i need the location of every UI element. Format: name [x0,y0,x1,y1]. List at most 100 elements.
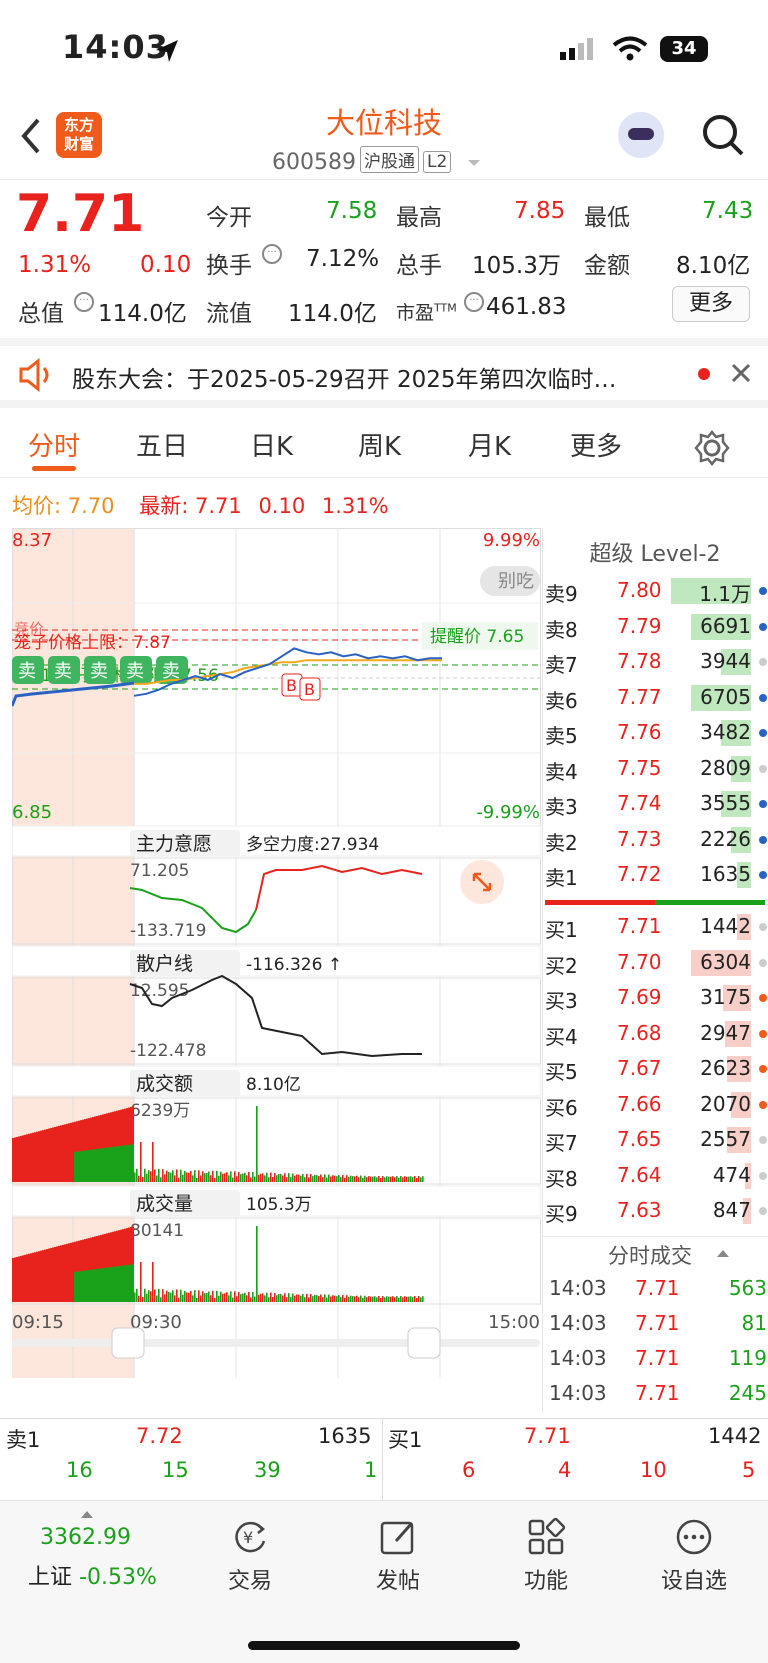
bar [386,1176,388,1182]
order-volume: 3944 [700,649,751,673]
bar [394,1177,396,1182]
tab-daily-k[interactable]: 日K [250,426,293,463]
order-level-label: 买3 [545,989,578,1013]
bar [354,1296,356,1302]
bar [42,1130,44,1182]
bar [364,1295,366,1302]
order-volume: 2623 [700,1056,751,1080]
bar [314,1294,316,1302]
bar [100,1268,102,1302]
order-dot [759,958,767,967]
intraday-chart[interactable]: 8.37 6.85 9.99% -9.99% 笼子价格上限：7.87 竞价 7.… [12,528,542,1408]
bar [50,1248,52,1302]
order-volume: 2809 [700,755,751,780]
bar [298,1294,300,1302]
bar [376,1177,378,1182]
bar [156,1295,158,1302]
more-button[interactable]: 更多 [672,286,750,322]
bar [308,1297,310,1302]
bar [102,1268,104,1302]
bar [330,1176,332,1182]
bar [284,1293,286,1302]
bar [336,1296,338,1302]
pe-value: 461.83 [486,294,567,320]
bar [168,1171,170,1182]
bar [104,1267,106,1302]
bar [176,1289,178,1302]
level2-title[interactable]: 超级 Level-2 [542,536,768,568]
bar [26,1134,28,1182]
bar [200,1175,202,1182]
bar [344,1177,346,1182]
status-bar: 14:03 34 [0,0,768,100]
order-level-label: 卖9 [545,582,578,606]
home-indicator [248,1641,520,1650]
order-dot [759,693,767,702]
bar [48,1128,50,1182]
gear-icon[interactable] [694,430,730,466]
bar [416,1177,418,1182]
bottom-buy-price: 7.71 [524,1424,571,1448]
bar [128,1264,130,1302]
tab-intraday[interactable]: 分时 [28,426,80,463]
info-icon[interactable]: ··· [262,244,282,264]
ticks-title[interactable]: 分时成交 [608,1240,692,1270]
order-level-label: 卖3 [545,795,578,819]
bar [312,1176,314,1182]
info-icon[interactable]: ··· [464,292,484,312]
order-book-row: 买2 7.70 6304 [545,946,768,981]
index-row[interactable]: 上证 -0.53% [28,1559,157,1591]
robot-avatar-icon[interactable] [618,112,664,158]
bar [122,1265,124,1302]
search-icon[interactable] [700,112,746,158]
info-icon[interactable]: ··· [74,292,94,312]
bar [406,1296,408,1302]
order-volume: 6304 [700,949,751,974]
order-dot [759,587,767,595]
float-value: 114.0亿 [288,301,377,327]
bar [126,1145,128,1182]
bar [326,1297,328,1302]
stock-code-row[interactable]: 600589 沪股通 L2 [272,146,482,175]
bar [114,1146,116,1182]
bar [138,1175,140,1182]
price-summary: 均价: 7.70 最新: 7.71 0.10 1.31% [12,494,389,518]
notice-text[interactable]: 股东大会：于2025-05-29召开 2025年第四次临时… [72,360,682,394]
bar [168,1291,170,1302]
retail-bottom-label: -122.478 [130,1041,206,1061]
bar [138,1295,140,1302]
price-top-label: 8.37 [12,530,52,551]
ask-book: 卖9 7.80 1.1万 卖8 7.79 6691 卖7 7.78 3944 卖6 7.77 6705… [545,574,767,894]
bar [422,1176,424,1182]
bar [222,1173,224,1182]
bar [370,1296,372,1302]
bar [202,1171,204,1182]
add-watchlist-button[interactable]: 设自选 [634,1517,754,1595]
bar [360,1295,362,1302]
tab-more[interactable]: 更多 [570,426,622,463]
bar [260,1293,262,1302]
trade-button[interactable]: ¥ 交易 [190,1517,310,1595]
tab-5day[interactable]: 五日 [136,426,188,463]
index-value[interactable]: 3362.99 [40,1525,131,1550]
bar [174,1295,176,1302]
tab-weekly-k[interactable]: 周K [358,426,401,463]
tick-price: 7.71 [635,1346,680,1370]
tab-monthly-k[interactable]: 月K [468,426,511,463]
bar [208,1291,210,1302]
bar [356,1175,358,1182]
bar [40,1250,42,1302]
bar [128,1144,130,1182]
order-level-label: 买5 [545,1060,578,1084]
post-button[interactable]: 发帖 [338,1517,458,1595]
sell-badge: 卖 [120,656,152,684]
trade-icon: ¥ [235,1521,266,1553]
bar [288,1293,290,1302]
low-value: 7.43 [702,198,754,224]
bar [72,1122,74,1182]
bar [258,1174,260,1182]
function-button[interactable]: 功能 [486,1517,606,1595]
retail-top-label: 12.595 [130,981,189,1001]
close-icon[interactable] [730,362,752,384]
bar [22,1255,24,1302]
